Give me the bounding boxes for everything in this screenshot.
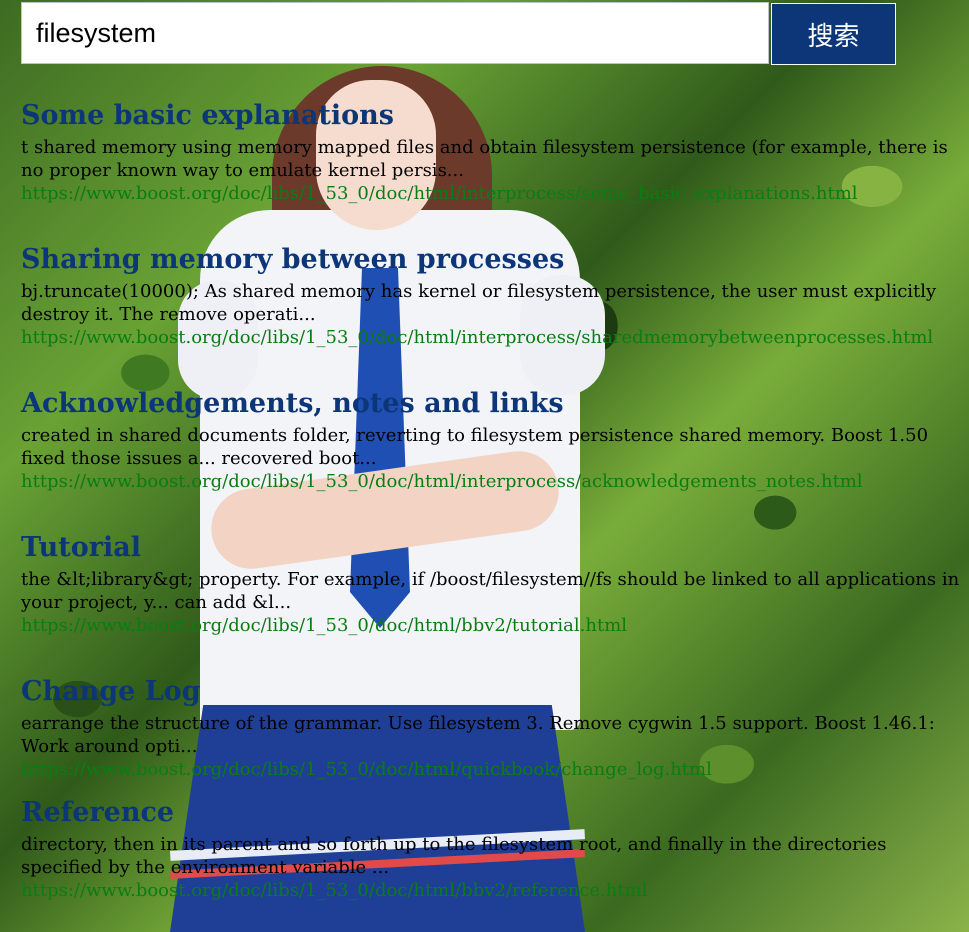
result-snippet: earrange the structure of the grammar. U… xyxy=(21,713,935,757)
result-url-link[interactable]: https://www.boost.org/doc/libs/1_53_0/do… xyxy=(21,326,969,349)
results-list: Some basic explanations t shared memory … xyxy=(21,96,969,902)
result-title-link[interactable]: Reference xyxy=(21,793,969,833)
result-item: Sharing memory between processes bj.trun… xyxy=(21,240,969,384)
search-button[interactable]: 搜索 xyxy=(771,3,896,65)
result-item: Acknowledgements, notes and links create… xyxy=(21,384,969,528)
result-snippet: bj.truncate(10000); As shared memory has… xyxy=(21,281,937,325)
result-snippet: the &lt;library&gt; property. For exampl… xyxy=(21,569,960,613)
result-item: Reference directory, then in its parent … xyxy=(21,793,969,902)
result-url-link[interactable]: https://www.boost.org/doc/libs/1_53_0/do… xyxy=(21,182,969,205)
result-title-link[interactable]: Acknowledgements, notes and links xyxy=(21,384,969,424)
result-url-link[interactable]: https://www.boost.org/doc/libs/1_53_0/do… xyxy=(21,758,969,781)
search-input[interactable] xyxy=(21,2,769,64)
result-url-link[interactable]: https://www.boost.org/doc/libs/1_53_0/do… xyxy=(21,470,969,493)
result-url-link[interactable]: https://www.boost.org/doc/libs/1_53_0/do… xyxy=(21,614,969,637)
result-title-link[interactable]: Some basic explanations xyxy=(21,96,969,136)
result-url-link[interactable]: https://www.boost.org/doc/libs/1_53_0/do… xyxy=(21,879,969,902)
result-snippet: directory, then in its parent and so for… xyxy=(21,834,887,878)
result-snippet: created in shared documents folder, reve… xyxy=(21,425,929,469)
result-snippet: t shared memory using memory mapped file… xyxy=(21,137,948,181)
result-title-link[interactable]: Tutorial xyxy=(21,528,969,568)
result-item: Tutorial the &lt;library&gt; property. F… xyxy=(21,528,969,672)
result-title-link[interactable]: Sharing memory between processes xyxy=(21,240,969,280)
result-item: Change Log earrange the structure of the… xyxy=(21,672,969,793)
result-title-link[interactable]: Change Log xyxy=(21,672,969,712)
result-item: Some basic explanations t shared memory … xyxy=(21,96,969,240)
